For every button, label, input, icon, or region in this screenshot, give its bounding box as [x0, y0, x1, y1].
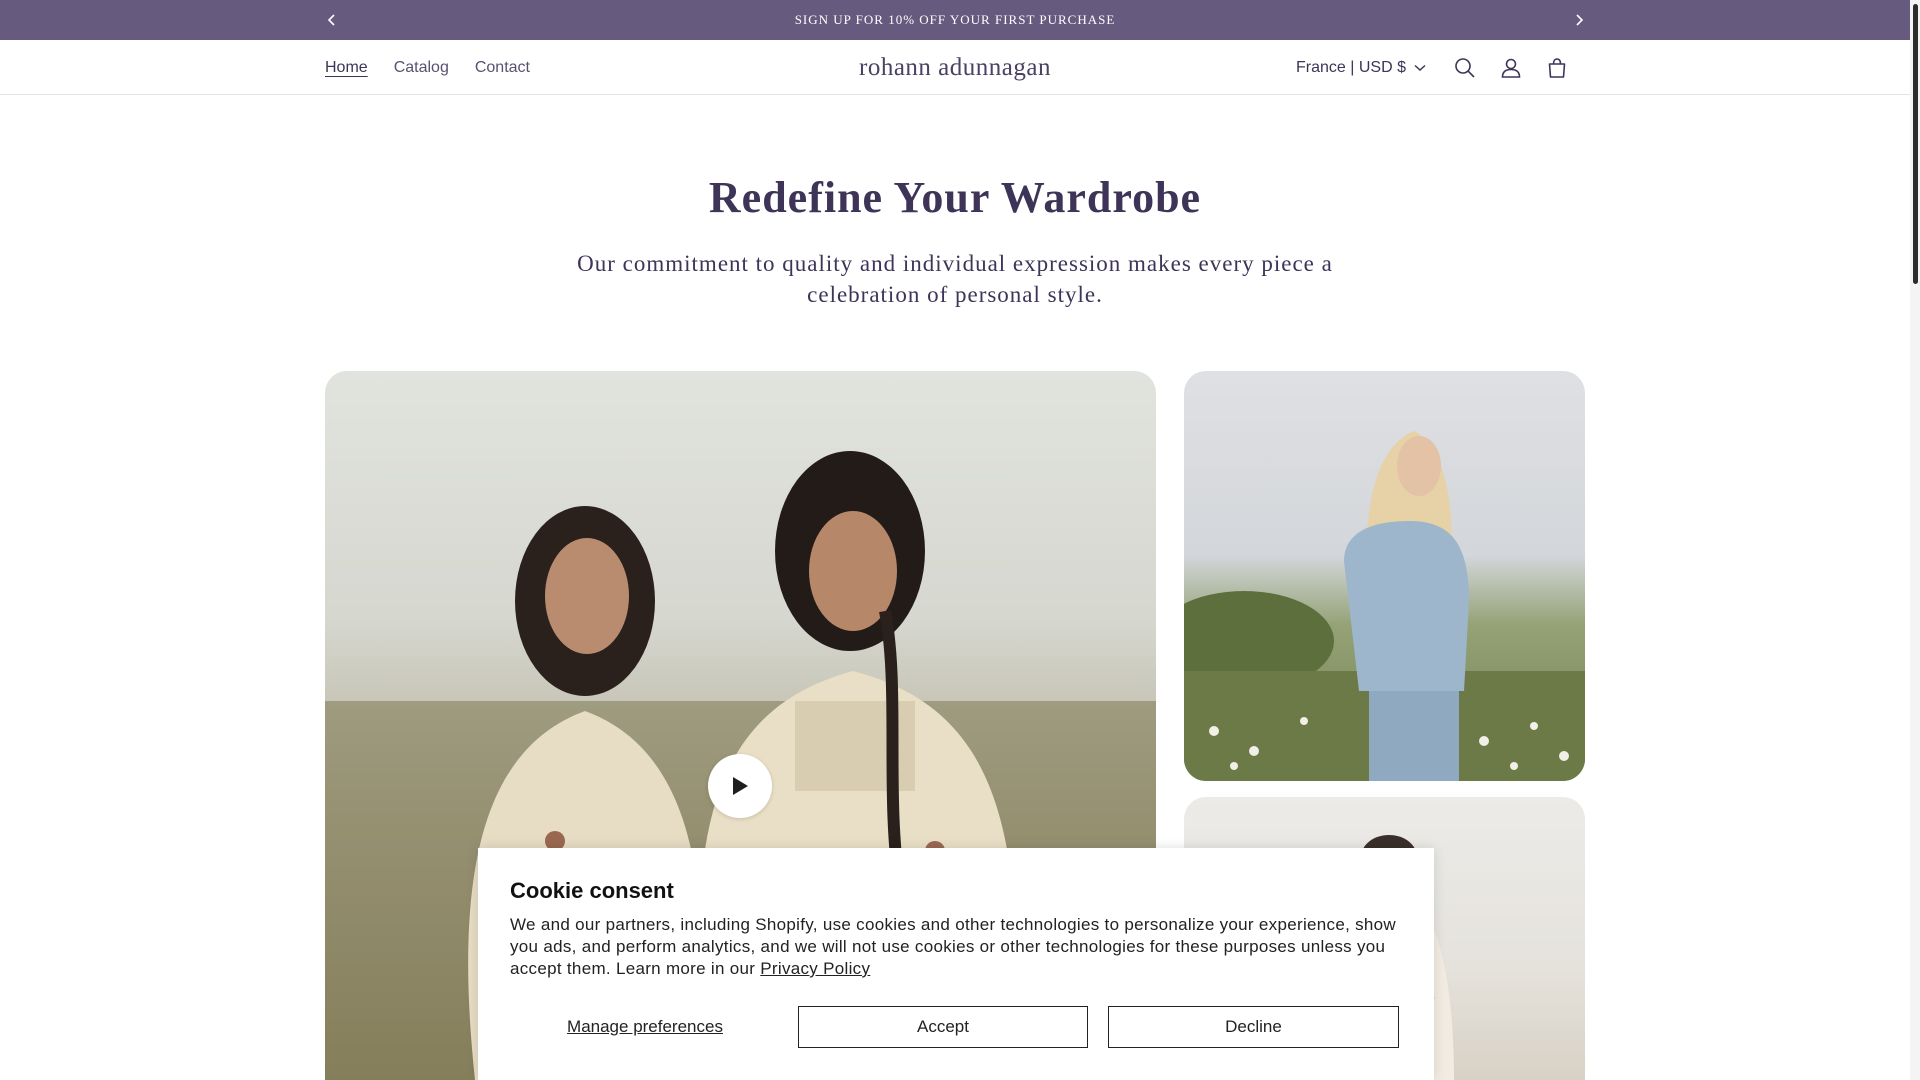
chevron-down-icon — [1414, 64, 1426, 71]
play-icon — [733, 777, 748, 795]
logo-wrapper: rohann adunnagan — [0, 40, 1910, 95]
nav-catalog[interactable]: Catalog — [394, 59, 449, 77]
side-image-top[interactable] — [1184, 371, 1585, 781]
cart-icon — [1548, 57, 1566, 78]
manage-preferences-button[interactable]: Manage preferences — [510, 1017, 780, 1037]
page-scrollbar[interactable] — [1910, 0, 1920, 1080]
chevron-right-icon — [1576, 14, 1584, 26]
account-button[interactable] — [1498, 55, 1524, 81]
cookie-actions: Manage preferences Accept Decline — [510, 1006, 1402, 1048]
site-header: Home Catalog Contact rohann adunnagan Fr… — [0, 40, 1910, 95]
locale-selector[interactable]: France | USD $ — [1296, 59, 1426, 77]
search-icon — [1455, 57, 1475, 78]
announcement-prev-button[interactable] — [317, 0, 347, 40]
cookie-description: We and our partners, including Shopify, … — [510, 914, 1402, 980]
announcement-bar: SIGN UP FOR 10% OFF YOUR FIRST PURCHASE — [0, 0, 1910, 40]
chevron-left-icon — [327, 14, 335, 26]
account-icon — [1501, 58, 1521, 78]
main-nav: Home Catalog Contact — [325, 40, 530, 95]
cookie-title: Cookie consent — [510, 878, 674, 903]
cookie-body-text: We and our partners, including Shopify, … — [510, 915, 1397, 978]
scrollbar-thumb[interactable] — [1913, 4, 1918, 284]
site-logo[interactable]: rohann adunnagan — [859, 54, 1051, 82]
locale-label: France | USD $ — [1296, 58, 1406, 76]
search-button[interactable] — [1452, 55, 1478, 81]
announcement-next-button[interactable] — [1564, 0, 1594, 40]
cart-button[interactable] — [1544, 55, 1570, 81]
cookie-consent-banner: Cookie consent We and our partners, incl… — [478, 848, 1434, 1080]
woman-in-denim-jacket-image — [1184, 431, 1585, 781]
accept-button[interactable]: Accept — [798, 1006, 1088, 1048]
header-actions: France | USD $ — [1296, 40, 1570, 95]
hero-title: Redefine Your Wardrobe — [708, 173, 1202, 222]
privacy-policy-link[interactable]: Privacy Policy — [760, 959, 870, 978]
announcement-text: SIGN UP FOR 10% OFF YOUR FIRST PURCHASE — [794, 12, 1116, 27]
nav-contact[interactable]: Contact — [475, 59, 530, 77]
nav-home[interactable]: Home — [325, 59, 368, 77]
hero-subtitle: Our commitment to quality and individual… — [577, 251, 1333, 307]
decline-button[interactable]: Decline — [1108, 1006, 1399, 1048]
play-video-button[interactable] — [708, 754, 772, 818]
